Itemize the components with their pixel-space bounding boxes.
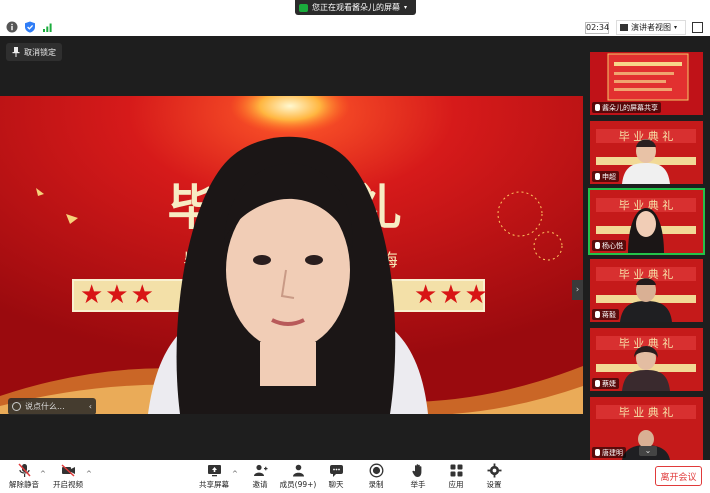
- signal-icon[interactable]: [42, 21, 54, 33]
- gear-icon: [487, 463, 501, 478]
- share-screen-button[interactable]: 共享屏幕: [194, 463, 234, 491]
- chat-label: 聊天: [328, 480, 344, 489]
- mic-off-icon: [595, 449, 600, 456]
- tile-nameplate: 申超: [592, 171, 619, 182]
- speaker-figure: [148, 136, 428, 414]
- leave-meeting-button[interactable]: 离开会议: [655, 466, 702, 486]
- say-something-input[interactable]: 说点什么... ‹: [8, 398, 96, 415]
- mic-off-icon: [17, 463, 31, 477]
- banner-text: 您正在观看酱朵儿的屏幕: [312, 3, 400, 12]
- participant-tile[interactable]: 毕 业 典 礼 申超: [590, 121, 703, 184]
- share-screen-icon: [207, 465, 221, 477]
- chevron-down-icon: ▾: [674, 24, 678, 31]
- participant-name: 杨心悦: [602, 241, 623, 250]
- say-placeholder: 说点什么...: [25, 402, 65, 411]
- share-screen-label: 共享屏幕: [199, 480, 229, 489]
- mic-off-icon: [595, 242, 600, 249]
- main-stage: 取消锁定 BI: [0, 36, 583, 460]
- chevron-right-icon: ›: [575, 285, 580, 295]
- participant-name: 蒋毅: [602, 310, 616, 319]
- share-options-chevron-icon[interactable]: ^: [232, 470, 238, 478]
- share-indicator-icon: [299, 3, 308, 12]
- participant-tile-active[interactable]: 毕 业 典 礼 杨心悦: [588, 188, 705, 255]
- mic-off-icon: [595, 173, 600, 180]
- mic-off-icon: [595, 104, 600, 111]
- speaker-video: [128, 120, 446, 414]
- invite-icon: [253, 464, 267, 476]
- record-button[interactable]: 录制: [356, 463, 396, 491]
- start-video-button[interactable]: 开启视频: [48, 463, 88, 491]
- view-label: 演讲者视图: [631, 23, 671, 32]
- meeting-toolbar: 解除静音 ^ 开启视频 ^ 共享屏幕 ^ 邀请 成员(99+) 聊天 录制 举手…: [0, 460, 710, 493]
- tile-nameplate: 杨心悦: [592, 240, 626, 251]
- collapse-sidebar-button[interactable]: ›: [572, 280, 583, 300]
- members-button[interactable]: 成员(99+): [278, 463, 318, 491]
- screen-share-banner[interactable]: 您正在观看酱朵儿的屏幕 ▾: [295, 0, 416, 15]
- chevron-down-icon: ▾: [404, 4, 408, 11]
- apps-icon: [450, 464, 462, 477]
- tile-nameplate: 酱朵儿的屏幕共享: [592, 102, 661, 113]
- raise-hand-icon: [411, 464, 421, 477]
- shield-icon[interactable]: [24, 21, 36, 33]
- invite-label: 邀请: [252, 480, 268, 489]
- chat-icon: [329, 465, 343, 477]
- chevron-left-icon[interactable]: ‹: [89, 402, 92, 411]
- raise-hand-button[interactable]: 举手: [398, 463, 438, 491]
- participant-column: 酱朵儿的屏幕共享 毕 业 典 礼 申超 毕 业 典 礼 杨心悦 毕 业 典 礼 …: [583, 36, 710, 460]
- participant-name: 申超: [602, 172, 616, 181]
- unpin-button[interactable]: 取消锁定: [6, 43, 62, 61]
- participant-name: 蔡婕: [602, 379, 616, 388]
- unmute-label: 解除静音: [9, 480, 39, 489]
- audio-options-chevron-icon[interactable]: ^: [40, 470, 46, 478]
- settings-button[interactable]: 设置: [474, 463, 514, 491]
- participant-tile[interactable]: 毕 业 典 礼 蒋毅: [590, 259, 703, 322]
- chat-button[interactable]: 聊天: [316, 463, 356, 491]
- apps-button[interactable]: 应用: [436, 463, 476, 491]
- mic-off-icon: [595, 380, 600, 387]
- members-label: 成员(99+): [279, 480, 317, 489]
- invite-button[interactable]: 邀请: [240, 463, 280, 491]
- record-icon: [369, 463, 383, 478]
- unmute-button[interactable]: 解除静音: [4, 463, 44, 491]
- fullscreen-icon[interactable]: [692, 22, 703, 33]
- svg-text:毕 业 典 礼: 毕 业 典 礼: [619, 405, 674, 419]
- top-bar: 您正在观看酱朵儿的屏幕 ▾ 02:34 演讲者视图 ▾: [0, 0, 710, 36]
- video-options-chevron-icon[interactable]: ^: [86, 470, 92, 478]
- participant-name: 唐建明: [602, 448, 623, 457]
- view-selector[interactable]: 演讲者视图 ▾: [616, 20, 686, 35]
- participant-tile[interactable]: 毕 业 典 礼 蔡婕: [590, 328, 703, 391]
- emoji-icon[interactable]: [12, 402, 21, 411]
- members-icon: [292, 464, 304, 477]
- info-icon[interactable]: [6, 21, 18, 33]
- mic-off-icon: [595, 311, 600, 318]
- participant-tile-screen-share[interactable]: 酱朵儿的屏幕共享: [590, 52, 703, 115]
- raise-hand-label: 举手: [410, 480, 426, 489]
- participant-name: 酱朵儿的屏幕共享: [602, 103, 658, 112]
- pin-icon: [12, 47, 20, 57]
- settings-label: 设置: [486, 480, 502, 489]
- meeting-timer: 02:34: [585, 22, 610, 34]
- chevron-down-icon: ⌄: [644, 446, 652, 455]
- start-video-label: 开启视频: [53, 480, 83, 489]
- video-off-icon: [60, 464, 75, 477]
- record-label: 录制: [368, 480, 384, 489]
- tile-nameplate: 蒋毅: [592, 309, 619, 320]
- scroll-down-button[interactable]: ⌄: [639, 446, 657, 456]
- tile-nameplate: 唐建明: [592, 447, 626, 458]
- tile-nameplate: 蔡婕: [592, 378, 619, 389]
- gallery-icon: [620, 24, 628, 31]
- unpin-label: 取消锁定: [24, 47, 56, 57]
- apps-label: 应用: [448, 480, 464, 489]
